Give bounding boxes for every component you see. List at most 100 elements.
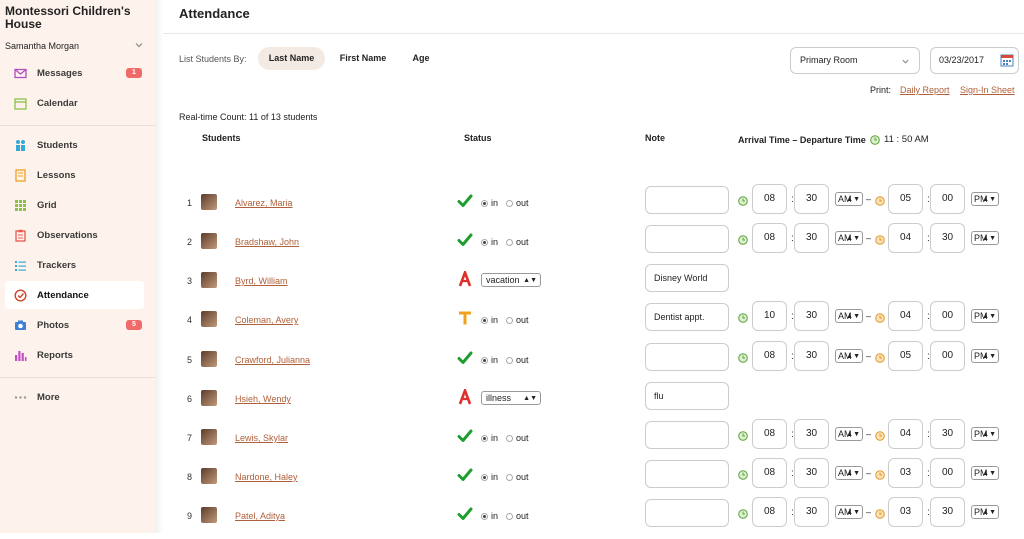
radio-out[interactable] [506,434,514,442]
arrival-hour-field[interactable]: 10 [752,301,787,331]
radio-out[interactable] [506,473,514,481]
student-name-link[interactable]: Alvarez, Maria [235,198,293,208]
departure-ampm-select[interactable]: PM ▲▼ [971,231,999,245]
sidebar-item-more[interactable]: More [5,383,144,411]
radio-in[interactable] [481,512,488,520]
student-name-link[interactable]: Byrd, William [235,276,288,286]
sort-first-name-button[interactable]: First Name [330,47,396,70]
sign-in-sheet-link[interactable]: Sign-In Sheet [960,85,1015,95]
student-name-link[interactable]: Patel, Aditya [235,511,285,521]
arrival-minute-field[interactable]: 30 [794,497,829,527]
radio-out[interactable] [506,238,514,246]
absence-reason-value: vacation [486,275,520,285]
student-name-link[interactable]: Lewis, Skylar [235,433,288,443]
arrival-minute-field[interactable]: 30 [794,419,829,449]
sort-last-name-button[interactable]: Last Name [258,47,325,70]
student-name-link[interactable]: Hsieh, Wendy [235,394,291,404]
departure-hour-field[interactable]: 03 [888,497,923,527]
departure-ampm-select[interactable]: PM ▲▼ [971,309,999,323]
arrival-ampm-select[interactable]: AM ▲▼ [835,231,863,245]
radio-out[interactable] [506,512,514,520]
user-name[interactable]: Samantha Morgan [5,41,79,51]
departure-minute-field[interactable]: 30 [930,419,965,449]
radio-in[interactable] [481,473,488,481]
departure-minute-field[interactable]: 00 [930,458,965,488]
radio-in[interactable] [481,199,488,207]
sidebar-item-observations[interactable]: Observations [5,221,144,249]
arrival-minute-field[interactable]: 30 [794,184,829,214]
chevron-down-icon[interactable] [134,40,144,50]
departure-ampm-select[interactable]: PM ▲▼ [971,192,999,206]
arrival-hour-field[interactable]: 08 [752,497,787,527]
departure-minute-field[interactable]: 00 [930,341,965,371]
arrival-hour-field[interactable]: 08 [752,458,787,488]
arrival-ampm-select[interactable]: AM ▲▼ [835,466,863,480]
student-name-link[interactable]: Bradshaw, John [235,237,299,247]
arrival-hour-field[interactable]: 08 [752,341,787,371]
calendar-picker-icon[interactable] [1000,53,1014,67]
arrival-hour-field[interactable]: 08 [752,223,787,253]
radio-in[interactable] [481,356,488,364]
date-field[interactable]: 03/23/2017 [930,47,1019,74]
arrival-minute-field[interactable]: 30 [794,223,829,253]
arrival-ampm-select[interactable]: AM ▲▼ [835,192,863,206]
departure-hour-field[interactable]: 04 [888,419,923,449]
sidebar-item-students[interactable]: Students [5,131,144,159]
radio-out[interactable] [506,356,514,364]
student-name-link[interactable]: Coleman, Avery [235,315,298,325]
radio-out[interactable] [506,199,514,207]
arrival-ampm-select[interactable]: AM ▲▼ [835,349,863,363]
note-field[interactable] [645,460,729,488]
student-name-link[interactable]: Crawford, Julianna [235,355,310,365]
arrival-hour-field[interactable]: 08 [752,184,787,214]
departure-minute-field[interactable]: 00 [930,301,965,331]
sidebar-item-calendar[interactable]: Calendar [5,89,144,117]
absence-reason-select[interactable]: illness ▲▼ [481,391,541,405]
sidebar-item-grid[interactable]: Grid [5,191,144,219]
arrival-minute-field[interactable]: 30 [794,341,829,371]
radio-out[interactable] [506,316,514,324]
departure-hour-field[interactable]: 04 [888,223,923,253]
sidebar-item-lessons[interactable]: Lessons [5,161,144,189]
departure-hour-field[interactable]: 03 [888,458,923,488]
departure-minute-field[interactable]: 30 [930,497,965,527]
daily-report-link[interactable]: Daily Report [900,85,950,95]
departure-hour-field[interactable]: 05 [888,184,923,214]
departure-hour-field[interactable]: 04 [888,301,923,331]
arrival-ampm-select[interactable]: AM ▲▼ [835,427,863,441]
note-field[interactable] [645,225,729,253]
note-field[interactable] [645,186,729,214]
arrival-clock-icon [738,431,748,441]
departure-ampm-select[interactable]: PM ▲▼ [971,505,999,519]
arrival-ampm-select[interactable]: AM ▲▼ [835,505,863,519]
absence-reason-select[interactable]: vacation ▲▼ [481,273,541,287]
note-field[interactable]: Disney World [645,264,729,292]
departure-hour-field[interactable]: 05 [888,341,923,371]
sidebar-item-reports[interactable]: Reports [5,341,144,369]
note-field[interactable] [645,499,729,527]
radio-in[interactable] [481,316,488,324]
departure-ampm-select[interactable]: PM ▲▼ [971,349,999,363]
note-field[interactable]: flu [645,382,729,410]
note-field[interactable]: Dentist appt. [645,303,729,331]
arrival-ampm-select[interactable]: AM ▲▼ [835,309,863,323]
sidebar-item-trackers[interactable]: Trackers [5,251,144,279]
sidebar-item-photos[interactable]: Photos 5 [5,311,144,339]
departure-ampm-select[interactable]: PM ▲▼ [971,427,999,441]
student-name-link[interactable]: Nardone, Haley [235,472,298,482]
arrival-hour-field[interactable]: 08 [752,419,787,449]
sort-age-button[interactable]: Age [401,47,441,70]
avatar [201,429,217,445]
radio-in[interactable] [481,434,488,442]
room-select[interactable]: Primary Room [790,47,920,74]
arrival-minute-field[interactable]: 30 [794,458,829,488]
note-field[interactable] [645,343,729,371]
radio-in[interactable] [481,238,488,246]
note-field[interactable] [645,421,729,449]
departure-minute-field[interactable]: 30 [930,223,965,253]
sidebar-item-messages[interactable]: Messages 1 [5,59,144,87]
departure-ampm-select[interactable]: PM ▲▼ [971,466,999,480]
sidebar-item-attendance[interactable]: Attendance [5,281,144,309]
departure-minute-field[interactable]: 00 [930,184,965,214]
arrival-minute-field[interactable]: 30 [794,301,829,331]
